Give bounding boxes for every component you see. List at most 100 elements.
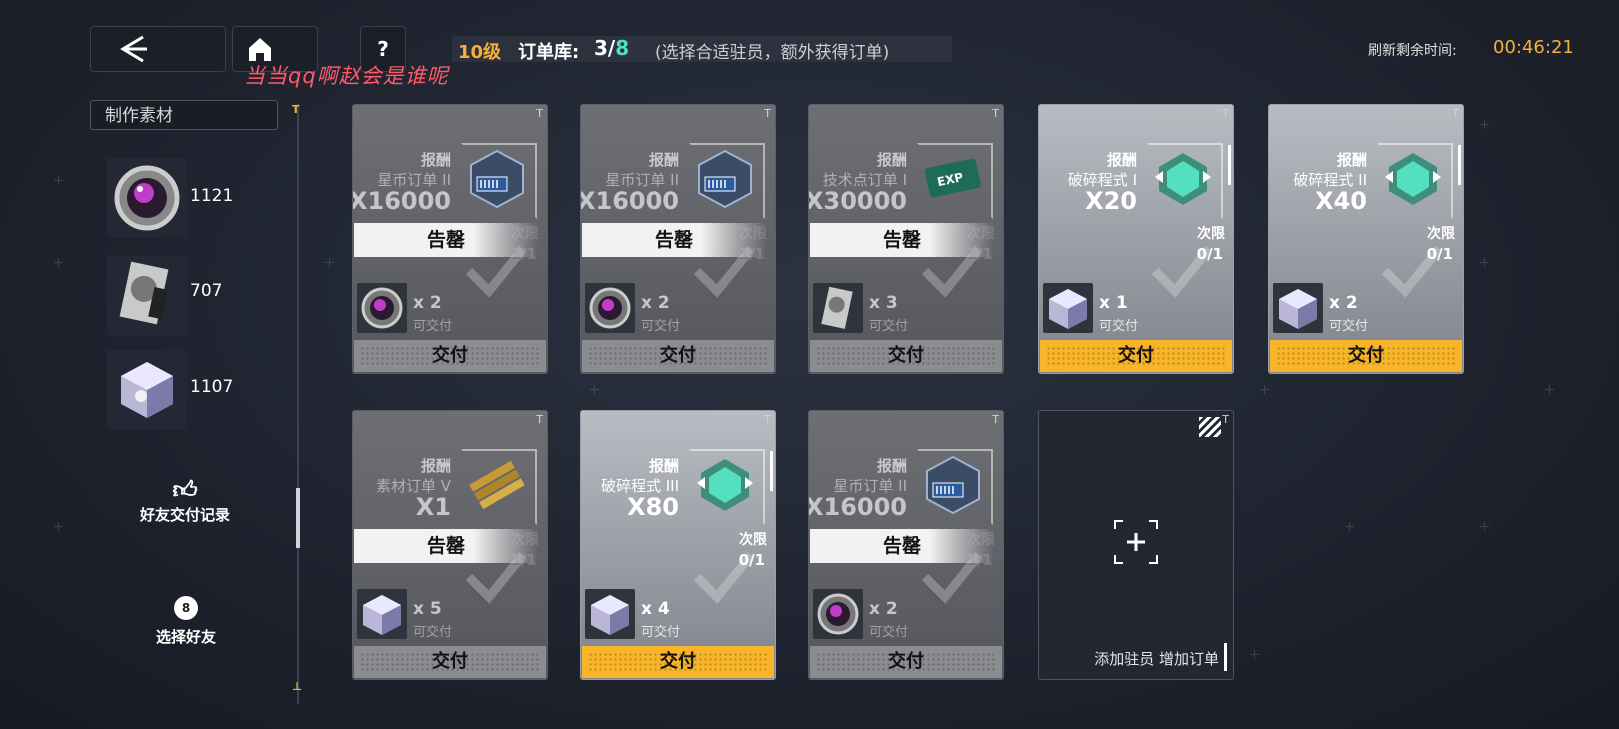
corner-tick: T [992, 413, 999, 426]
order-library-label: 订单库: [518, 42, 580, 63]
submit-button[interactable]: 交付 [354, 340, 546, 372]
refresh-label: 刷新剩余时间: [1368, 43, 1457, 59]
reward-coin-icon [465, 147, 529, 211]
submit-button[interactable]: 交付 [810, 646, 1002, 678]
order-card[interactable]: T 报酬 破碎程式 I X20 次限 0/1 x 1 可交付 交付 [1038, 104, 1234, 374]
reward-scroll-mark [1458, 145, 1461, 185]
reward-scroll-mark [1228, 145, 1231, 185]
required-drive-icon [813, 283, 863, 333]
material-count: 707 [190, 281, 223, 301]
required-orb-icon [357, 283, 407, 333]
material-count: 1121 [190, 186, 234, 206]
friend-records-button[interactable]: 👍︎ 好友交付记录 [120, 476, 250, 525]
limit-label: 次限 [1197, 226, 1225, 242]
soldout-banner: 告罄 [810, 223, 994, 257]
data-drive-icon [119, 261, 169, 325]
submit-label: 交付 [1118, 345, 1154, 366]
corner-tick: T [1222, 107, 1229, 120]
required-quantity: x 5 [413, 599, 442, 619]
material-prism-cube[interactable] [107, 350, 187, 430]
submit-label: 交付 [660, 345, 696, 366]
order-card[interactable]: T报酬技术点订单 IX30000EXP次限1/1告罄x 3可交付交付 [808, 104, 1004, 374]
add-resident-card[interactable]: T 添加驻员 增加订单 [1038, 410, 1234, 680]
material-count: 1107 [190, 377, 234, 397]
required-orb-icon [585, 283, 635, 333]
submit-button[interactable]: 交付 [582, 340, 774, 372]
submit-button[interactable]: 交付 [1270, 340, 1462, 372]
reward-label: 报酬 [876, 151, 907, 169]
order-hint: (选择合适驻员，额外获得订单) [655, 43, 890, 63]
reward-quantity: X16000 [352, 187, 451, 215]
friend-icon: 8 [174, 596, 198, 620]
submit-label: 交付 [1348, 345, 1384, 366]
reward-quantity: X1 [415, 493, 451, 521]
limit-label: 次限 [739, 532, 767, 548]
submit-label: 交付 [432, 651, 468, 672]
required-cube-icon [585, 589, 635, 639]
soldout-banner: 告罄 [354, 223, 538, 257]
reward-label: 报酬 [648, 457, 679, 475]
material-crystal-orb[interactable] [107, 158, 187, 238]
reward-label: 报酬 [648, 151, 679, 169]
reward-gem-icon [1381, 147, 1445, 211]
required-quantity: x 3 [869, 293, 898, 313]
deliverable-label: 可交付 [641, 625, 681, 640]
back-arrow-icon [120, 35, 147, 63]
reward-label: 报酬 [1106, 151, 1137, 169]
select-friend-button[interactable]: 8 选择好友 [132, 596, 240, 647]
submit-button[interactable]: 交付 [354, 646, 546, 678]
watermark: 当当qq啊赵会是谁呢 [244, 64, 449, 88]
order-card[interactable]: T报酬素材订单 VX1次限1/1告罄x 5可交付交付 [352, 410, 548, 680]
divider-bottom-mark: ⊥ [292, 680, 303, 693]
corner-tick: T [764, 107, 771, 120]
required-quantity: x 2 [1329, 293, 1358, 313]
corner-tick: T [1452, 107, 1459, 120]
limit-label: 次限 [1427, 226, 1455, 242]
corner-tick: T [764, 413, 771, 426]
required-cube-icon [1043, 283, 1093, 333]
sidebar-scrollbar[interactable] [296, 488, 300, 548]
required-quantity: x 4 [641, 599, 670, 619]
select-friend-label: 选择好友 [155, 628, 216, 646]
deliverable-label: 可交付 [413, 625, 453, 640]
deliverable-label: 可交付 [413, 319, 453, 334]
order-level: 10级 [458, 42, 502, 63]
hatch-icon [1199, 417, 1221, 437]
order-card[interactable]: T 报酬 破碎程式 III X80 次限 0/1 x 4 可交付 交付 [580, 410, 776, 680]
reward-exp-icon: EXP [921, 147, 985, 211]
submit-label: 交付 [432, 345, 468, 366]
reward-quantity: X80 [627, 493, 679, 521]
reward-coin-icon [921, 453, 985, 517]
material-data-drive[interactable] [107, 255, 187, 335]
reward-coin-icon [693, 147, 757, 211]
reward-quantity: X20 [1085, 187, 1137, 215]
submit-button[interactable]: 交付 [582, 646, 774, 678]
reward-gem-icon [693, 453, 757, 517]
order-card[interactable]: T报酬星币订单 IIX16000次限1/1告罄x 2可交付交付 [808, 410, 1004, 680]
required-quantity: x 2 [869, 599, 898, 619]
order-card[interactable]: T 报酬 破碎程式 II X40 次限 0/1 x 2 可交付 交付 [1268, 104, 1464, 374]
order-count: 3/8 [594, 36, 630, 60]
limit-value: 0/1 [738, 551, 765, 569]
refresh-timer: 00:46:21 [1493, 37, 1574, 58]
reward-gold-icon [465, 453, 529, 517]
back-button[interactable] [90, 26, 226, 72]
reward-gem-icon [1151, 147, 1215, 211]
crystal-orb-icon [114, 165, 180, 231]
required-quantity: x 2 [641, 293, 670, 313]
add-resident-label: 添加驻员 增加订单 [1094, 650, 1219, 668]
required-cube-icon [357, 589, 407, 639]
submit-button[interactable]: 交付 [810, 340, 1002, 372]
order-card[interactable]: T报酬星币订单 IIX16000次限1/1告罄x 2可交付交付 [352, 104, 548, 374]
divider-top-mark: T [292, 103, 300, 116]
reward-label: 报酬 [420, 151, 451, 169]
deliverable-label: 可交付 [869, 625, 909, 640]
submit-button[interactable]: 交付 [1040, 340, 1232, 372]
reward-label: 报酬 [1336, 151, 1367, 169]
order-card[interactable]: T报酬星币订单 IIX16000次限1/1告罄x 2可交付交付 [580, 104, 776, 374]
soldout-banner: 告罄 [582, 223, 766, 257]
required-orb-icon [813, 589, 863, 639]
thumbs-up-icon: 👍︎ [172, 476, 198, 504]
corner-tick: T [536, 413, 543, 426]
reward-quantity: X30000 [808, 187, 907, 215]
